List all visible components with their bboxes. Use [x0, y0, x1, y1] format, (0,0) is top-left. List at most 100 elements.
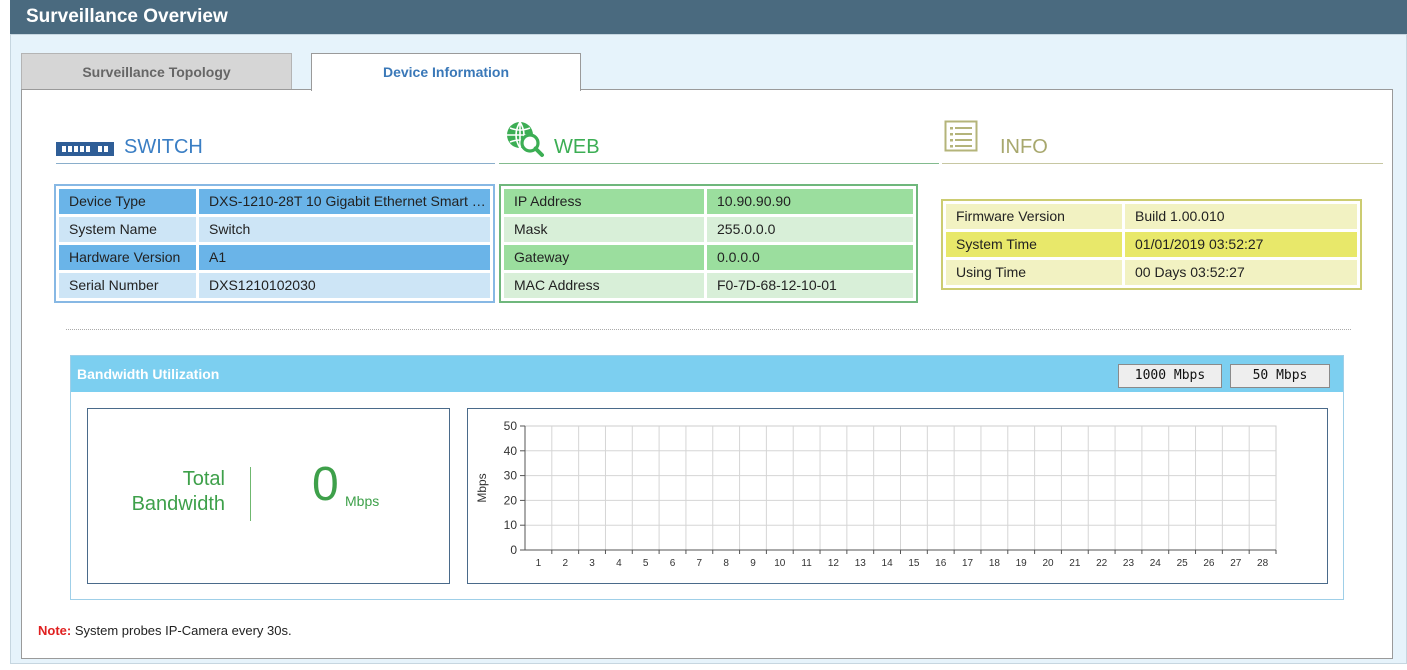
chart-ytick-label: 30	[504, 469, 518, 483]
scale-1000-mbps-button[interactable]: 1000 Mbps	[1118, 364, 1222, 388]
field-label: Hardware Version	[59, 245, 196, 270]
chart-xtick-label: 23	[1123, 558, 1135, 569]
note-text: System probes IP-Camera every 30s.	[71, 623, 292, 638]
field-label: Mask	[504, 217, 704, 242]
chart-xtick-label: 13	[855, 558, 867, 569]
info-row-firmware-version: Firmware Version Build 1.00.010	[946, 204, 1357, 229]
chart-xtick-label: 2	[562, 558, 568, 569]
chart-xtick-label: 4	[616, 558, 622, 569]
field-value: 00 Days 03:52:27	[1125, 260, 1357, 285]
chart-ytick-label: 20	[504, 493, 518, 507]
chart-xtick-label: 26	[1203, 558, 1215, 569]
chart-xtick-label: 10	[774, 558, 786, 569]
field-label: Device Type	[59, 189, 196, 214]
switch-icon	[56, 142, 114, 156]
info-heading: INFO	[1000, 136, 1048, 158]
info-row-using-time: Using Time 00 Days 03:52:27	[946, 260, 1357, 285]
footer-note: Note: System probes IP-Camera every 30s.	[38, 623, 292, 638]
web-heading: WEB	[554, 136, 600, 158]
field-label: IP Address	[504, 189, 704, 214]
total-bandwidth-label: Total Bandwidth	[131, 468, 225, 515]
web-section-header: WEB	[499, 116, 939, 164]
field-label: MAC Address	[504, 273, 704, 298]
web-info-table: IP Address 10.90.90.90 Mask 255.0.0.0 Ga…	[499, 184, 918, 303]
chart-xtick-label: 6	[670, 558, 676, 569]
bandwidth-chart: 0 10 20 30 40 50 1 2 3 4 5 6 7 8 9 10 11 12 13 14 15 16 17 18 19…	[467, 408, 1328, 584]
field-label: Serial Number	[59, 273, 196, 298]
scale-50-mbps-button[interactable]: 50 Mbps	[1230, 364, 1330, 388]
switch-heading: SWITCH	[124, 136, 203, 158]
tab-device-information[interactable]: Device Information	[311, 53, 581, 91]
section-separator	[66, 329, 1351, 330]
field-value: DXS1210102030	[199, 273, 490, 298]
info-section-header: INFO	[942, 116, 1383, 164]
chart-xtick-label: 19	[1016, 558, 1028, 569]
field-value: 0.0.0.0	[707, 245, 913, 270]
switch-section-header: SWITCH	[56, 116, 495, 164]
switch-info-table: Device Type DXS-1210-28T 10 Gigabit Ethe…	[54, 184, 495, 303]
field-value: F0-7D-68-12-10-01	[707, 273, 913, 298]
chart-ytick-label: 10	[504, 518, 518, 532]
window-title: Surveillance Overview	[10, 0, 1407, 34]
chart-ytick-label: 50	[504, 419, 518, 433]
web-row-mac-address: MAC Address F0-7D-68-12-10-01	[504, 273, 913, 298]
field-label: Firmware Version	[946, 204, 1122, 229]
total-bandwidth-box: Total Bandwidth 0 Mbps	[87, 408, 450, 584]
chart-xtick-label: 15	[908, 558, 920, 569]
chart-xtick-label: 24	[1150, 558, 1162, 569]
chart-xtick-label: 3	[589, 558, 595, 569]
chart-xtick-label: 9	[750, 558, 756, 569]
chart-xtick-label: 21	[1069, 558, 1081, 569]
note-prefix: Note:	[38, 623, 72, 638]
switch-divider	[56, 163, 495, 164]
chart-xtick-label: 17	[962, 558, 974, 569]
chart-xtick-label: 20	[1042, 558, 1054, 569]
chart-ylabel: Mbps	[475, 473, 489, 502]
chart-xtick-label: 25	[1177, 558, 1189, 569]
total-bandwidth-unit: Mbps	[345, 493, 380, 509]
info-row-system-time: System Time 01/01/2019 03:52:27	[946, 232, 1357, 257]
tab-surveillance-topology[interactable]: Surveillance Topology	[21, 53, 292, 90]
chart-ytick-label: 40	[504, 444, 518, 458]
web-row-gateway: Gateway 0.0.0.0	[504, 245, 913, 270]
field-value: Build 1.00.010	[1125, 204, 1357, 229]
switch-row-system-name: System Name Switch	[59, 217, 490, 242]
chart-xtick-label: 1	[536, 558, 542, 569]
web-row-ip-address: IP Address 10.90.90.90	[504, 189, 913, 214]
bandwidth-header: Bandwidth Utilization 1000 Mbps 50 Mbps	[71, 356, 1343, 392]
chart-xtick-label: 12	[828, 558, 840, 569]
chart-xtick-label: 14	[882, 558, 894, 569]
device-information-panel: SWITCH WEB INFO Device Type DXS-1210-28T…	[21, 89, 1393, 659]
total-bandwidth-value: 0	[312, 458, 339, 511]
chart-xtick-label: 28	[1257, 558, 1269, 569]
chart-xtick-label: 27	[1230, 558, 1242, 569]
field-value: 01/01/2019 03:52:27	[1125, 232, 1357, 257]
total-bandwidth-divider	[250, 467, 251, 521]
chart-xtick-label: 18	[989, 558, 1001, 569]
chart-xtick-label: 22	[1096, 558, 1108, 569]
field-value: 255.0.0.0	[707, 217, 913, 242]
chart-xtick-label: 5	[643, 558, 649, 569]
bandwidth-utilization-panel: Bandwidth Utilization 1000 Mbps 50 Mbps …	[70, 355, 1344, 600]
globe-search-icon	[507, 121, 544, 157]
switch-row-hardware-version: Hardware Version A1	[59, 245, 490, 270]
field-value: 10.90.90.90	[707, 189, 913, 214]
switch-row-serial-number: Serial Number DXS1210102030	[59, 273, 490, 298]
field-label: Gateway	[504, 245, 704, 270]
field-value: A1	[199, 245, 490, 270]
chart-ytick-label: 0	[510, 543, 517, 557]
field-label: Using Time	[946, 260, 1122, 285]
info-table: Firmware Version Build 1.00.010 System T…	[941, 199, 1362, 290]
field-value: Switch	[199, 217, 490, 242]
web-row-mask: Mask 255.0.0.0	[504, 217, 913, 242]
list-icon	[944, 120, 978, 152]
bandwidth-chart-svg: 010203040501 2 3 4 5 6 7 8 9 10 11 12 13 14 15 16 17 18 19…	[475, 419, 1277, 569]
field-label: System Name	[59, 217, 196, 242]
switch-row-device-type: Device Type DXS-1210-28T 10 Gigabit Ethe…	[59, 189, 490, 214]
chart-xtick-label: 16	[935, 558, 947, 569]
info-divider	[942, 163, 1383, 164]
web-divider	[499, 163, 939, 164]
chart-xtick-label: 8	[723, 558, 729, 569]
bandwidth-title: Bandwidth Utilization	[77, 366, 220, 382]
field-label: System Time	[946, 232, 1122, 257]
